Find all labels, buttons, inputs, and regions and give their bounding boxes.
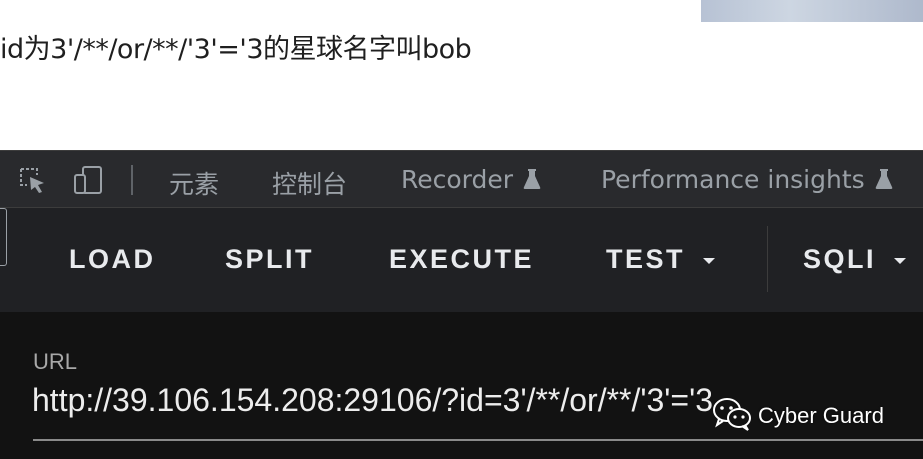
inspect-element-icon[interactable] xyxy=(17,165,47,195)
split-button[interactable]: SPLIT xyxy=(225,244,314,275)
wechat-icon xyxy=(712,397,752,436)
load-button[interactable]: LOAD xyxy=(69,244,156,275)
execute-button[interactable]: EXECUTE xyxy=(389,244,534,275)
split-button-label: SPLIT xyxy=(225,244,315,274)
sqli-dropdown-button[interactable]: SQLI xyxy=(803,244,907,275)
corner-image xyxy=(701,0,923,22)
chevron-down-icon xyxy=(703,257,716,264)
watermark: Cyber Guard xyxy=(712,396,884,436)
url-input-underline xyxy=(33,439,923,441)
toolbar-divider xyxy=(131,165,133,195)
sqli-button-label: SQLI xyxy=(803,244,877,274)
execute-button-label: EXECUTE xyxy=(389,244,535,274)
url-input[interactable]: http://39.106.154.208:29106/?id=3'/**/or… xyxy=(32,382,713,419)
tab-recorder[interactable]: Recorder xyxy=(401,165,541,196)
test-dropdown-button[interactable]: TEST xyxy=(606,244,716,275)
device-toolbar-icon[interactable] xyxy=(72,165,102,195)
panel-resize-handle[interactable] xyxy=(0,208,7,266)
tab-console[interactable]: 控制台 xyxy=(272,165,347,201)
tab-performance-insights-label: Performance insights xyxy=(601,165,865,194)
devtools-tab-bar: 元素 控制台 Recorder Performance insights xyxy=(0,150,923,208)
tab-performance-insights[interactable]: Performance insights xyxy=(601,165,893,196)
tab-console-label: 控制台 xyxy=(272,170,348,199)
chevron-down-icon xyxy=(894,257,907,264)
url-field-label: URL xyxy=(33,349,78,374)
tab-elements[interactable]: 元素 xyxy=(169,165,219,201)
page-content-area: id为3'/**/or/**/'3'='3的星球名字叫bob xyxy=(0,0,923,150)
load-button-label: LOAD xyxy=(69,244,156,274)
flask-icon xyxy=(875,167,893,196)
tab-recorder-label: Recorder xyxy=(401,165,514,194)
flask-icon xyxy=(523,167,541,196)
toolbar-divider xyxy=(767,226,768,292)
watermark-text: Cyber Guard xyxy=(758,403,884,428)
url-panel: URL http://39.106.154.208:29106/?id=3'/*… xyxy=(0,312,923,459)
test-button-label: TEST xyxy=(606,244,686,274)
query-result-text: id为3'/**/or/**/'3'='3的星球名字叫bob xyxy=(0,34,472,65)
hackbar-toolbar: LOAD SPLIT EXECUTE TEST SQLI xyxy=(0,208,923,312)
tab-elements-label: 元素 xyxy=(169,170,220,199)
